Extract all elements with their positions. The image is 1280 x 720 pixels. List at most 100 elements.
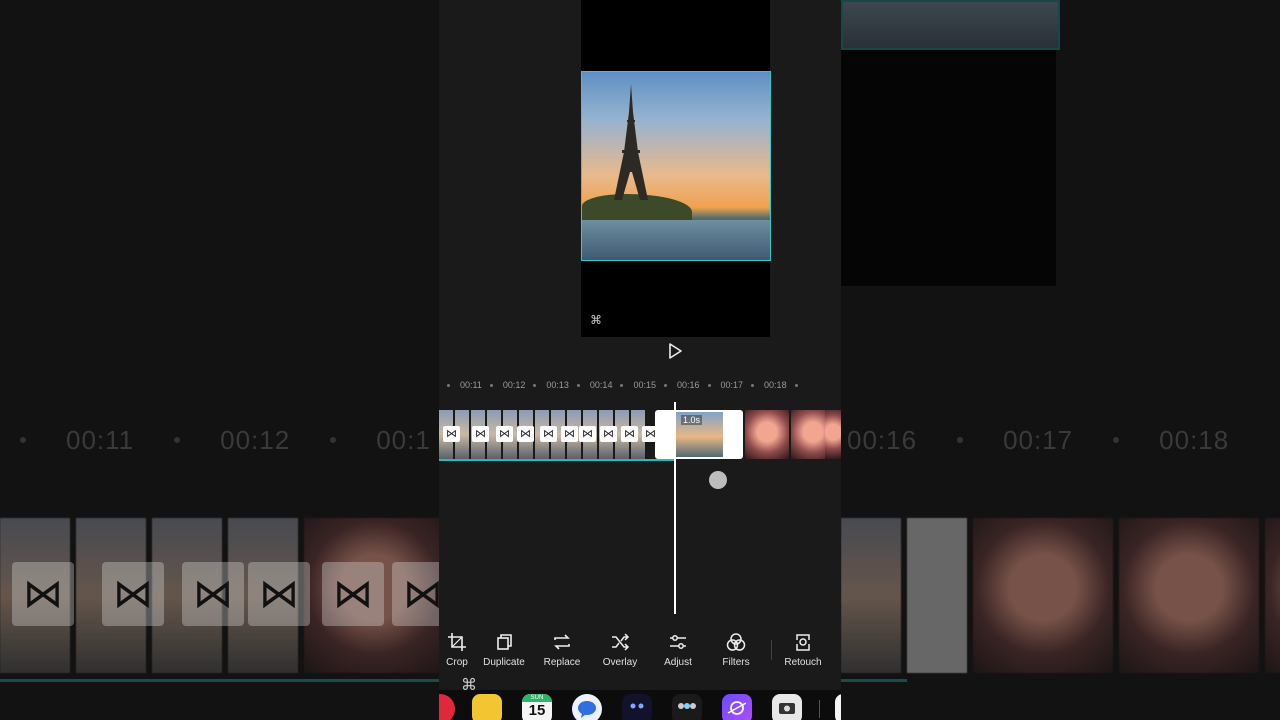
background-frame <box>841 0 1060 50</box>
crop-icon <box>448 633 466 651</box>
filters-label: Filters <box>722 657 750 668</box>
files-app-icon[interactable] <box>472 694 502 720</box>
transition-icon[interactable]: ⋈ <box>579 426 596 442</box>
ruler-label: 00:11 <box>460 380 482 390</box>
play-icon[interactable] <box>665 341 685 361</box>
app-icon-red[interactable] <box>439 694 455 720</box>
eyes-icon <box>630 703 644 709</box>
replace-button[interactable]: Replace <box>533 626 591 678</box>
background-transition-icon: ⋈ <box>322 562 384 626</box>
background-thumb <box>1265 518 1280 673</box>
crop-button[interactable]: Crop <box>439 626 475 678</box>
background-ruler-label: 00:17 <box>1003 424 1074 455</box>
ruler-label: 00:18 <box>764 380 787 390</box>
app-folder-icon[interactable] <box>672 694 702 720</box>
transition-icon[interactable]: ⋈ <box>517 426 534 442</box>
background-track-line <box>841 679 907 682</box>
chat-bubble-icon <box>578 701 596 718</box>
browser-app-icon[interactable] <box>722 694 752 720</box>
messages-app-icon[interactable] <box>572 694 602 720</box>
overlay-icon <box>612 633 630 651</box>
app-icon-white[interactable] <box>835 694 841 720</box>
preview-river <box>582 220 770 260</box>
playhead[interactable] <box>674 402 676 614</box>
ruler-label: 00:17 <box>720 380 744 390</box>
camera-icon <box>779 703 795 714</box>
transition-icon[interactable]: ⋈ <box>600 426 617 442</box>
ruler-label: 00:13 <box>546 380 569 390</box>
capcut-logo-icon: ⌘ <box>461 677 477 694</box>
background-ruler-label: 00:18 <box>1159 424 1230 455</box>
background-thumb <box>973 518 1113 673</box>
timeline-scroll-handle[interactable] <box>709 471 727 489</box>
ruler-tick <box>707 383 711 387</box>
ruler-tick <box>489 383 493 387</box>
ruler-dot <box>330 437 337 443</box>
duplicate-button[interactable]: Duplicate <box>475 626 533 678</box>
transition-icon[interactable]: ⋈ <box>540 426 557 442</box>
ruler-label: 00:14 <box>589 380 613 390</box>
adjust-label: Adjust <box>664 657 692 668</box>
overlay-button[interactable]: Overlay <box>591 626 649 678</box>
planet-icon <box>727 701 747 715</box>
transition-icon[interactable]: ⋈ <box>443 426 460 442</box>
transition-icon[interactable]: ⋈ <box>472 426 489 442</box>
transition-icon[interactable]: ⋈ <box>561 426 578 442</box>
overlay-label: Overlay <box>602 657 638 668</box>
camera-app-icon[interactable] <box>772 694 802 720</box>
ruler-tick <box>751 383 755 387</box>
background-transition-icon: ⋈ <box>248 562 310 626</box>
video-track[interactable]: ⋈ ⋈ ⋈ ⋈ ⋈ ⋈ ⋈ ⋈ ⋈ ⋈ 1.0s <box>439 410 841 460</box>
calendar-weekday: SUN <box>522 694 552 702</box>
background-ruler-label: 00:16 <box>847 424 918 455</box>
transition-icon[interactable]: ⋈ <box>496 426 513 442</box>
ruler-dot <box>957 437 964 443</box>
calendar-day: 15 <box>528 702 546 719</box>
background-ruler-label: 00:1 <box>376 424 431 455</box>
replace-icon <box>554 634 570 650</box>
selected-clip[interactable]: 1.0s <box>655 410 743 459</box>
background-ruler-label: 00:11 <box>66 424 135 455</box>
ruler-tick <box>663 383 667 387</box>
ruler-dot <box>174 437 181 443</box>
replace-label: Replace <box>543 657 581 668</box>
filters-button[interactable]: Filters <box>707 626 765 678</box>
eiffel-tower-image <box>614 84 648 200</box>
background-ruler-label: 00:12 <box>220 424 291 455</box>
track-progress-line <box>439 459 675 461</box>
blurred-background-left: 00:11 00:12 00:1 ⋈ ⋈ ⋈ ⋈ ⋈ ⋈ <box>0 0 439 720</box>
duplicate-label: Duplicate <box>483 657 525 668</box>
ruler-label: 00:15 <box>633 380 656 390</box>
retouch-icon <box>796 634 810 651</box>
dock-divider <box>819 700 820 718</box>
retouch-button[interactable]: Retouch <box>774 626 832 678</box>
ruler-dot <box>20 437 26 443</box>
crop-label: Crop <box>446 657 468 668</box>
background-transition-icon: ⋈ <box>392 562 439 626</box>
blurred-background-right: 00:16 00:17 00:18 <box>841 0 1280 720</box>
app-icon-dark[interactable] <box>622 694 652 720</box>
retouch-label: Retouch <box>784 657 822 668</box>
background-thumb <box>907 518 967 673</box>
background-track-line <box>0 679 439 682</box>
app-grid-icon <box>678 703 696 709</box>
clip-thumbnail[interactable] <box>745 410 789 459</box>
video-editor-screen: ⌘ 00:11 00:12 00:13 00:14 00:15 00:16 00… <box>439 0 841 720</box>
ruler-tick <box>794 383 798 387</box>
transition-icon[interactable]: ⋈ <box>621 426 638 442</box>
preview-video-frame[interactable] <box>581 71 771 261</box>
clip-thumbnail[interactable] <box>825 410 841 459</box>
calendar-app-icon[interactable]: SUN 15 <box>522 694 552 720</box>
adjust-button[interactable]: Adjust <box>649 626 707 678</box>
adjust-icon <box>670 635 686 649</box>
background-ruler-left: 00:11 00:12 00:1 <box>20 420 431 460</box>
filters-icon <box>726 633 746 651</box>
ruler-label: 00:16 <box>676 380 700 390</box>
ruler-dot <box>1113 437 1120 443</box>
capcut-watermark-icon: ⌘ <box>590 313 602 327</box>
timeline-ruler[interactable]: 00:11 00:12 00:13 00:14 00:15 00:16 00:1… <box>439 378 841 392</box>
background-clip-strip <box>841 518 1280 673</box>
edit-toolbar: Crop Duplicate Replace Overlay Adjust Fi… <box>439 626 841 678</box>
ruler-tick <box>620 383 624 387</box>
duplicate-icon <box>497 634 512 650</box>
